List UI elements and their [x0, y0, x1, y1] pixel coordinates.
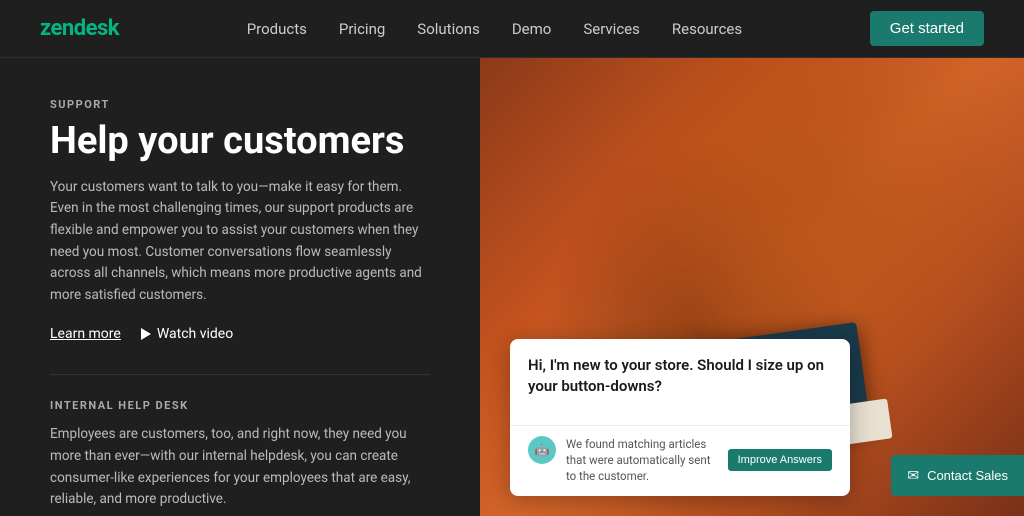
contact-sales-label: Contact Sales: [927, 468, 1008, 483]
avatar-icon: 🤖: [535, 443, 550, 457]
improve-answers-button[interactable]: Improve Answers: [728, 449, 832, 471]
chat-avatar: 🤖: [528, 436, 556, 464]
sub-section-label: INTERNAL HELP DESK: [50, 399, 430, 412]
chat-question: Hi, I'm new to your store. Should I size…: [528, 355, 832, 397]
play-icon: [141, 328, 151, 340]
nav-products[interactable]: Products: [247, 20, 307, 38]
main-nav: Products Pricing Solutions Demo Services…: [247, 20, 742, 38]
left-panel: SUPPORT Help your customers Your custome…: [0, 58, 480, 516]
nav-demo[interactable]: Demo: [512, 20, 552, 38]
learn-more-link[interactable]: Learn more: [50, 326, 121, 342]
main-heading: Help your customers: [50, 121, 430, 163]
watch-video-label: Watch video: [157, 326, 233, 342]
chat-body: 🤖 We found matching articles that were a…: [510, 425, 850, 496]
watch-video-link[interactable]: Watch video: [141, 326, 233, 342]
main-description: Your customers want to talk to you—make …: [50, 177, 430, 307]
nav-pricing[interactable]: Pricing: [339, 20, 385, 38]
nav-services[interactable]: Services: [583, 20, 640, 38]
nav-solutions[interactable]: Solutions: [417, 20, 480, 38]
chat-message-text: We found matching articles that were aut…: [566, 436, 718, 484]
section-label: SUPPORT: [50, 98, 430, 111]
header: zendesk Products Pricing Solutions Demo …: [0, 0, 1024, 58]
right-panel: Hi, I'm new to your store. Should I size…: [480, 58, 1024, 516]
contact-sales-button[interactable]: ✉ Contact Sales: [891, 455, 1024, 496]
logo[interactable]: zendesk: [40, 16, 119, 41]
main-content: SUPPORT Help your customers Your custome…: [0, 58, 1024, 516]
sub-description: Employees are customers, too, and right …: [50, 424, 430, 510]
chat-widget: Hi, I'm new to your store. Should I size…: [510, 339, 850, 496]
get-started-button[interactable]: Get started: [870, 11, 984, 46]
nav-resources[interactable]: Resources: [672, 20, 742, 38]
envelope-icon: ✉: [907, 467, 919, 484]
section-divider: [50, 374, 430, 375]
chat-header: Hi, I'm new to your store. Should I size…: [510, 339, 850, 425]
cta-row: Learn more Watch video: [50, 326, 430, 342]
